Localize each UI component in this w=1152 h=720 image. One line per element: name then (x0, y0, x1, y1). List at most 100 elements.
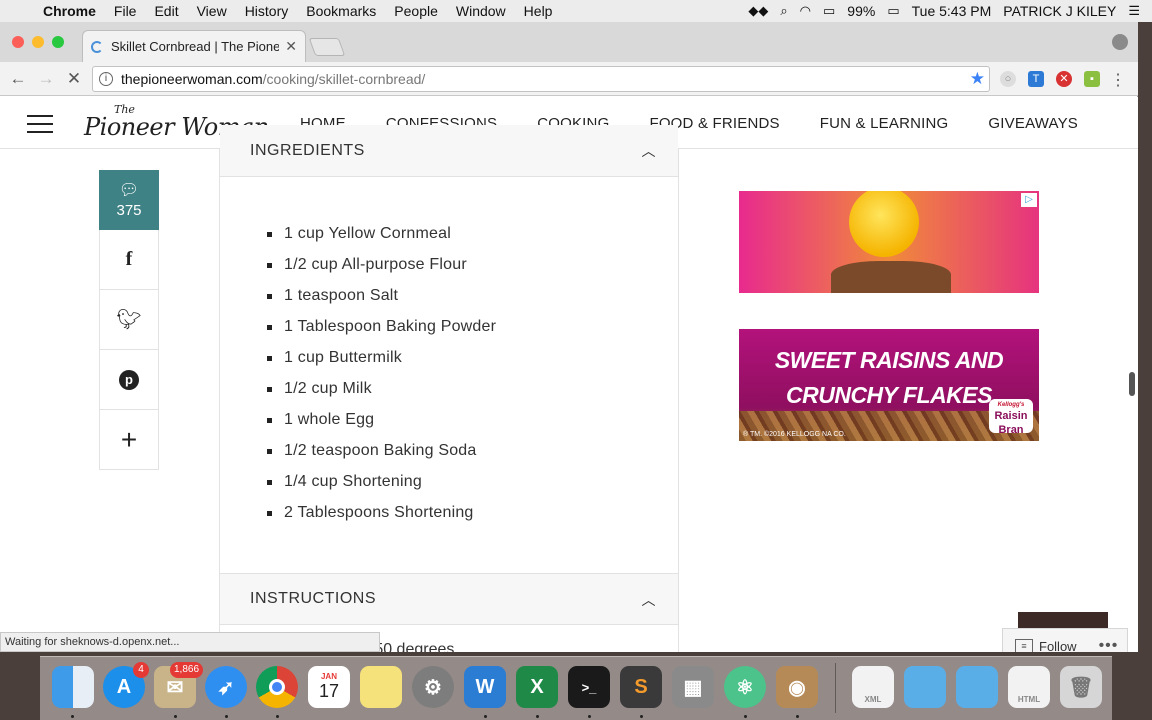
back-arrow-icon[interactable]: ← (8, 69, 28, 89)
menu-help[interactable]: Help (515, 3, 562, 19)
twitter-share-button[interactable]: 🐦︎ (99, 290, 159, 350)
running-indicator (536, 715, 539, 718)
raisin-bran-ad[interactable]: SWEET RAISINS AND CRUNCHY FLAKES ® TM. ©… (739, 329, 1039, 441)
xml-file-icon[interactable]: XML (852, 666, 894, 708)
clock[interactable]: Tue 5:43 PM (912, 3, 992, 19)
folder-icon[interactable] (956, 666, 998, 708)
running-indicator (225, 715, 228, 718)
terminal-icon[interactable]: >_ (568, 666, 610, 708)
new-tab-button[interactable] (308, 38, 346, 56)
menu-history[interactable]: History (236, 3, 298, 19)
ingredient-item: 1 Tablespoon Baking Powder (266, 315, 496, 346)
tab-title: Skillet Cornbread | The Pioneer Woman (111, 39, 280, 54)
tab-close-icon[interactable]: ✕ (285, 38, 297, 55)
macos-dock: A 4 ✉ 1,866 ➶ JAN 17 ⚙ W X >_ S ▦ ⚛ ◉ XM… (40, 656, 1112, 720)
extension-green-icon[interactable]: ▪ (1084, 71, 1100, 87)
mail-badge: 1,866 (170, 662, 204, 678)
word-icon[interactable]: W (464, 666, 506, 708)
zoom-window-button[interactable] (52, 36, 64, 48)
wifi-icon[interactable]: ◠ (800, 3, 811, 19)
logo-line-bran: Bran (998, 424, 1024, 436)
site-info-icon[interactable]: i (99, 72, 113, 86)
instructions-header[interactable]: INSTRUCTIONS ︿ (220, 573, 678, 625)
extension-circle-icon[interactable]: ○ (1000, 71, 1016, 87)
share-sidebar: 💬︎ 375 f 🐦︎ p + (99, 170, 159, 470)
ingredients-list: 1 cup Yellow Cornmeal 1/2 cup All-purpos… (266, 222, 496, 532)
running-indicator (640, 715, 643, 718)
url-host: thepioneerwoman.com (121, 71, 263, 87)
extension-t-icon[interactable]: T (1028, 71, 1044, 87)
calendar-icon[interactable]: JAN 17 (308, 666, 350, 708)
user-name[interactable]: PATRICK J KILEY (1003, 3, 1116, 19)
system-preferences-icon[interactable]: ⚙ (412, 666, 454, 708)
atom-icon[interactable]: ⚛ (724, 666, 766, 708)
more-options-icon[interactable]: ••• (1099, 637, 1119, 652)
pinterest-share-button[interactable]: p (99, 350, 159, 410)
comments-button[interactable]: 💬︎ 375 (99, 170, 159, 230)
menu-edit[interactable]: Edit (145, 3, 187, 19)
menu-file[interactable]: File (105, 3, 146, 19)
app-store-badge: 4 (133, 662, 149, 678)
recipe-card: INGREDIENTS ︿ 1 cup Yellow Cornmeal 1/2 … (219, 125, 679, 652)
chevron-up-icon[interactable]: ︿ (642, 141, 657, 161)
address-bar[interactable]: i thepioneerwoman.com/cooking/skillet-co… (92, 66, 990, 92)
safari-icon[interactable]: ➶ (205, 666, 247, 708)
browser-tab[interactable]: Skillet Cornbread | The Pioneer Woman ✕ (82, 30, 306, 62)
spotlight-search-icon[interactable]: ⌕ (780, 3, 787, 19)
url-path: /cooking/skillet-cornbread/ (262, 71, 426, 87)
minimize-window-button[interactable] (32, 36, 44, 48)
ingredient-item: 1 whole Egg (266, 408, 496, 439)
sun-cereal-ad[interactable]: ▷ (739, 191, 1039, 293)
contacts-icon[interactable]: ◉ (776, 666, 818, 708)
page-scrollbar[interactable] (1129, 372, 1135, 396)
stop-loading-icon[interactable]: ✕ (64, 69, 84, 89)
notes-icon[interactable] (360, 666, 402, 708)
battery-icon[interactable]: ▭ (887, 3, 899, 19)
profile-icon[interactable] (1112, 34, 1128, 50)
chevron-up-icon[interactable]: ︿ (642, 590, 657, 610)
forward-arrow-icon[interactable]: → (36, 69, 56, 89)
running-indicator (174, 715, 177, 718)
ingredient-item: 1 teaspoon Salt (266, 284, 496, 315)
tidal-icon[interactable]: ◆◆ (748, 3, 768, 19)
trash-icon[interactable]: 🗑︎ (1060, 666, 1102, 708)
html-file-icon[interactable]: HTML (1008, 666, 1050, 708)
follow-widget[interactable]: ≡ Follow ••• (1002, 628, 1128, 652)
nav-giveaways[interactable]: GIVEAWAYS (988, 115, 1078, 132)
finder-icon[interactable] (52, 666, 94, 708)
close-window-button[interactable] (12, 36, 24, 48)
brand-kelloggs: Kellogg's (997, 402, 1025, 408)
adblock-icon[interactable]: ✕ (1056, 71, 1072, 87)
facebook-share-button[interactable]: f (99, 230, 159, 290)
sublime-text-icon[interactable]: S (620, 666, 662, 708)
comment-count: 375 (116, 202, 142, 219)
ingredients-header[interactable]: INGREDIENTS ︿ (220, 125, 678, 177)
nav-fun-learning[interactable]: FUN & LEARNING (820, 115, 949, 132)
ingredient-item: 1 cup Yellow Cornmeal (266, 222, 496, 253)
chrome-menu-icon[interactable]: ⋮ (1110, 70, 1126, 90)
menu-window[interactable]: Window (447, 3, 515, 19)
adchoices-icon[interactable]: ▷ (1021, 193, 1037, 207)
calculator-icon[interactable]: ▦ (672, 666, 714, 708)
logo-line-raisin: Raisin (994, 410, 1028, 422)
folder-icon[interactable] (904, 666, 946, 708)
macos-menu-bar: Chrome File Edit View History Bookmarks … (0, 0, 1152, 22)
plus-icon: + (120, 423, 138, 455)
html-file-label: HTML (1017, 695, 1041, 704)
menu-people[interactable]: People (385, 3, 447, 19)
follow-button-label[interactable]: Follow (1039, 639, 1077, 653)
more-share-button[interactable]: + (99, 410, 159, 470)
app-menu-chrome[interactable]: Chrome (34, 3, 105, 19)
chrome-icon[interactable] (256, 666, 298, 708)
menu-bookmarks[interactable]: Bookmarks (297, 3, 385, 19)
browser-toolbar: ← → ✕ i thepioneerwoman.com/cooking/skil… (0, 62, 1138, 96)
menu-view[interactable]: View (188, 3, 236, 19)
pinterest-icon: p (119, 369, 139, 390)
loading-spinner-icon (91, 40, 103, 53)
excel-icon[interactable]: X (516, 666, 558, 708)
notification-center-icon[interactable]: ☰ (1128, 3, 1140, 19)
running-indicator (276, 715, 279, 718)
bookmark-star-icon[interactable]: ★ (970, 69, 985, 89)
airplay-icon[interactable]: ▭ (823, 3, 835, 19)
hamburger-menu-icon[interactable] (27, 115, 53, 133)
